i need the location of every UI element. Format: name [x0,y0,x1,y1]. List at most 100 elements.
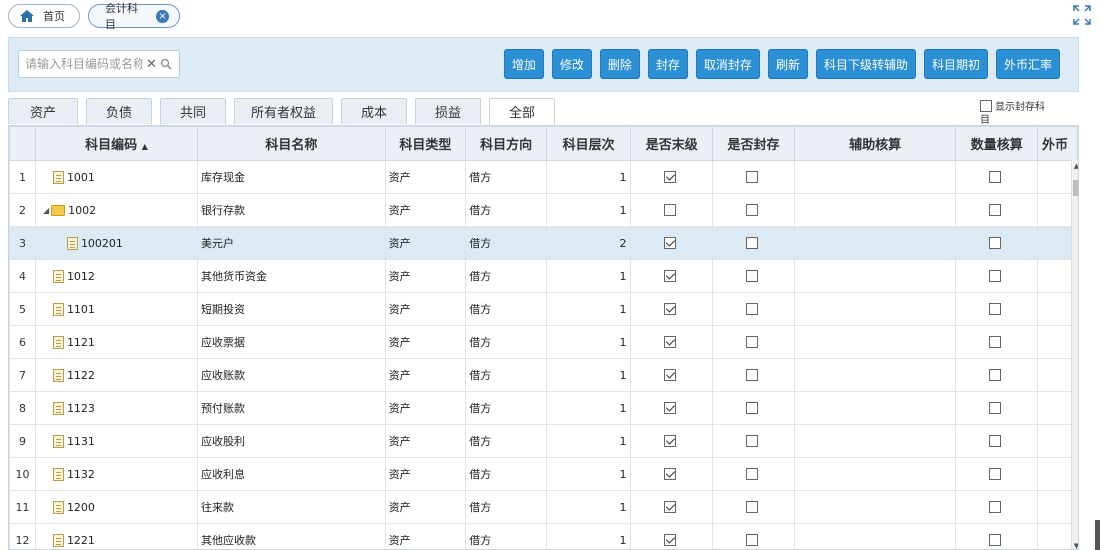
search-input[interactable] [25,57,143,71]
qty-checkbox[interactable] [989,434,1002,447]
transfer-aux-button[interactable]: 科目下级转辅助 [815,49,916,79]
is-sealed-checkbox[interactable] [745,269,758,282]
table-row[interactable]: 1 1001 库存现金 资产 借方 1 [9,160,1078,194]
qty-checkbox[interactable] [989,236,1002,249]
refresh-button[interactable]: 刷新 [767,49,808,79]
header-qty[interactable]: 数量核算 [955,126,1039,161]
table-row[interactable]: 7 1122 应收账款 资产 借方 1 [9,358,1078,392]
close-tab-icon[interactable]: × [156,9,169,23]
is-leaf-checkbox[interactable] [664,269,677,282]
qty-checkbox[interactable] [989,401,1002,414]
cell-aux [793,226,957,260]
search-icon[interactable] [160,58,172,70]
is-sealed-checkbox[interactable] [745,335,758,348]
delete-button[interactable]: 删除 [599,49,640,79]
header-type[interactable]: 科目类型 [384,126,467,161]
header-is-leaf[interactable]: 是否末级 [630,126,714,161]
add-button[interactable]: 增加 [503,49,544,79]
clear-search-icon[interactable]: ✕ [146,57,157,72]
scroll-down-icon[interactable]: ▼ [1072,542,1078,549]
cell-is-leaf [630,358,714,392]
table-row[interactable]: 2 ◢ 1002 银行存款 资产 借方 1 [9,193,1078,227]
home-tab[interactable]: 首页 [8,4,80,28]
table-row[interactable]: 8 1123 预付账款 资产 借方 1 [9,391,1078,425]
is-leaf-checkbox[interactable] [664,533,677,546]
expand-toggle-icon[interactable]: ◢ [43,206,49,215]
cell-is-sealed [712,259,795,293]
unseal-button[interactable]: 取消封存 [695,49,760,79]
vertical-scrollbar[interactable]: ▲ ▼ [1071,160,1078,549]
row-number: 9 [9,424,36,458]
is-sealed-checkbox[interactable] [745,434,758,447]
tab-asset[interactable]: 资产 [8,98,78,124]
is-leaf-checkbox[interactable] [664,302,677,315]
qty-checkbox[interactable] [989,302,1002,315]
scroll-up-icon[interactable]: ▲ [1072,162,1078,170]
scroll-thumb[interactable] [1073,180,1078,196]
qty-checkbox[interactable] [989,533,1002,546]
is-sealed-checkbox[interactable] [745,467,758,480]
row-number: 12 [9,523,36,549]
table-row[interactable]: 3 100201 美元户 资产 借方 2 [9,226,1078,260]
cell-is-leaf [630,490,714,524]
show-sealed-toggle[interactable]: 显示封存科目 [980,100,1050,127]
tab-pl[interactable]: 损益 [415,98,481,124]
is-leaf-checkbox[interactable] [664,170,677,183]
table-row[interactable]: 12 1221 其他应收款 资产 借方 1 [9,523,1078,549]
qty-checkbox[interactable] [989,170,1002,183]
opening-button[interactable]: 科目期初 [923,49,988,79]
qty-checkbox[interactable] [989,269,1002,282]
qty-checkbox[interactable] [989,368,1002,381]
fullscreen-icon[interactable] [1072,4,1092,26]
is-sealed-checkbox[interactable] [745,533,758,546]
is-leaf-checkbox[interactable] [664,434,677,447]
qty-checkbox[interactable] [989,203,1002,216]
is-sealed-checkbox[interactable] [745,170,758,183]
qty-checkbox[interactable] [989,467,1002,480]
table-row[interactable]: 4 1012 其他货币资金 资产 借方 1 [9,259,1078,293]
row-number: 6 [9,325,36,359]
header-code[interactable]: 科目编码 ▲ [34,126,199,161]
is-sealed-checkbox[interactable] [745,302,758,315]
show-sealed-checkbox[interactable] [980,100,992,112]
seal-button[interactable]: 封存 [647,49,688,79]
is-sealed-checkbox[interactable] [745,500,758,513]
is-leaf-checkbox[interactable] [664,236,677,249]
qty-checkbox[interactable] [989,335,1002,348]
is-sealed-checkbox[interactable] [745,203,758,216]
tab-equity[interactable]: 所有者权益 [234,98,333,124]
tab-cost[interactable]: 成本 [341,98,407,124]
header-is-sealed[interactable]: 是否封存 [712,126,795,161]
is-sealed-checkbox[interactable] [745,401,758,414]
table-row[interactable]: 5 1101 短期投资 资产 借方 1 [9,292,1078,326]
is-leaf-checkbox[interactable] [664,467,677,480]
is-leaf-checkbox[interactable] [664,401,677,414]
header-direction[interactable]: 科目方向 [465,126,547,161]
current-page-tab[interactable]: 会计科目 × [88,2,180,31]
header-aux[interactable]: 辅助核算 [793,126,957,161]
header-name[interactable]: 科目名称 [197,126,386,161]
is-leaf-checkbox[interactable] [664,335,677,348]
table-row[interactable]: 10 1132 应收利息 资产 借方 1 [9,457,1078,491]
is-leaf-checkbox[interactable] [664,203,677,216]
tab-liability[interactable]: 负债 [86,98,152,124]
tab-common[interactable]: 共同 [160,98,226,124]
cell-type: 资产 [384,325,467,359]
cell-direction: 借方 [465,457,547,491]
table-row[interactable]: 9 1131 应收股利 资产 借方 1 [9,424,1078,458]
header-fx[interactable]: 外币 [1037,126,1078,161]
table-row[interactable]: 6 1121 应收票据 资产 借方 1 [9,325,1078,359]
is-sealed-checkbox[interactable] [745,368,758,381]
is-leaf-checkbox[interactable] [664,368,677,381]
cell-is-sealed [712,292,795,326]
cell-is-sealed [712,490,795,524]
cell-code: 1123 [34,391,199,425]
is-sealed-checkbox[interactable] [745,236,758,249]
qty-checkbox[interactable] [989,500,1002,513]
fx-rate-button[interactable]: 外币汇率 [995,49,1060,79]
is-leaf-checkbox[interactable] [664,500,677,513]
header-level[interactable]: 科目层次 [545,126,632,161]
edit-button[interactable]: 修改 [551,49,592,79]
tab-all[interactable]: 全部 [489,98,555,124]
table-row[interactable]: 11 1200 往来款 资产 借方 1 [9,490,1078,524]
